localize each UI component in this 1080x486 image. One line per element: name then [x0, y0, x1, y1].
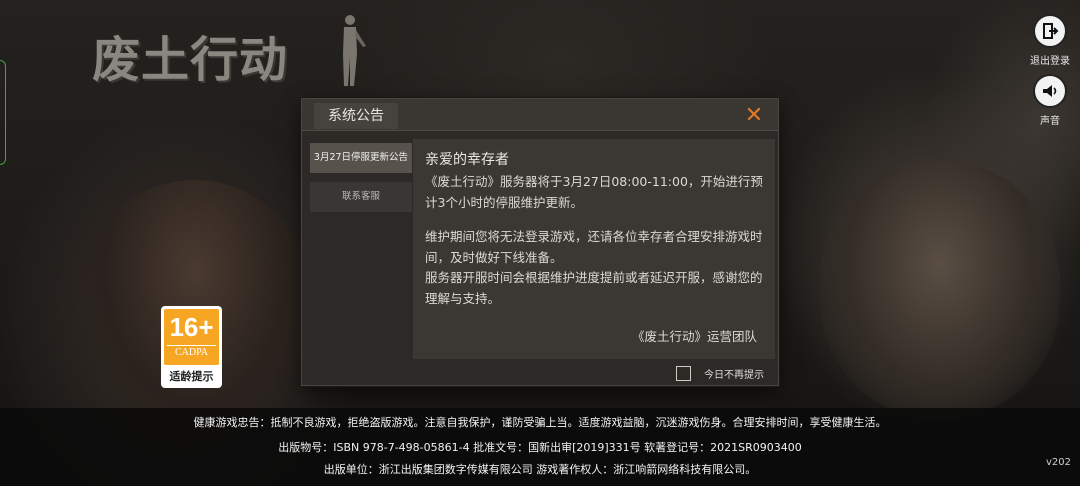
age-rating-badge: 16+ CADPA 适龄提示 — [161, 306, 222, 388]
announcement-dialog: 系统公告 ✕ 3月27日停服更新公告 联系客服 亲爱的幸存者 《废土行动》服务器… — [301, 98, 779, 386]
dialog-header: 系统公告 ✕ — [302, 99, 778, 131]
announcement-greeting: 亲爱的幸存者 — [425, 152, 509, 168]
sound-button[interactable]: 声音 — [1020, 74, 1080, 127]
dialog-title: 系统公告 — [314, 103, 398, 129]
announcement-content: 亲爱的幸存者 《废土行动》服务器将于3月27日08:00-11:00，开始进行预… — [413, 139, 775, 359]
publisher-info-text: 出版单位：浙江出版集团数字传媒有限公司 游戏著作权人：浙江响箭网络科技有限公司。 — [323, 463, 757, 476]
logout-button[interactable]: 退出登录 — [1020, 14, 1080, 67]
game-logo: 废土行动 — [92, 32, 289, 88]
tab-maintenance-notice[interactable]: 3月27日停服更新公告 — [310, 143, 412, 173]
announcement-paragraph-2: 维护期间您将无法登录游戏，还请各位幸存者合理安排游戏时间，及时做好下线准备。 — [425, 229, 763, 265]
age-rating-tip: 适龄提示 — [169, 370, 214, 383]
logout-label: 退出登录 — [1030, 56, 1070, 67]
announcement-paragraph-1: 《废土行动》服务器将于3月27日08:00-11:00，开始进行预计3个小时的停… — [425, 174, 763, 210]
footer-notice: 健康游戏忠告：抵制不良游戏，拒绝盗版游戏。注意自我保护，谨防受骗上当。适度游戏益… — [0, 408, 1080, 486]
sound-label: 声音 — [1040, 116, 1060, 127]
dont-show-today-toggle[interactable]: 今日不再提示 — [676, 366, 764, 381]
speaker-icon — [1033, 74, 1067, 108]
version-label: v202 — [1046, 457, 1072, 468]
age-rating-number: 16+ — [169, 312, 214, 342]
zombie-figure-right — [820, 160, 1060, 420]
tab-contact-support[interactable]: 联系客服 — [310, 182, 412, 212]
announcement-paragraph-3: 服务器开服时间会根据维护进度提前或者延迟开服，感谢您的理解与支持。 — [425, 270, 763, 306]
announcement-tabs: 3月27日停服更新公告 联系客服 — [310, 143, 412, 221]
age-rating-box: 16+ CADPA — [164, 309, 219, 365]
logout-icon — [1033, 14, 1067, 48]
side-drawer-handle[interactable] — [0, 60, 6, 165]
survivor-silhouette-icon — [343, 15, 366, 86]
publication-info-text: 出版物号：ISBN 978-7-498-05861-4 批准文号：国新出审[20… — [278, 441, 802, 454]
dont-show-label: 今日不再提示 — [704, 370, 764, 381]
health-advice-text: 健康游戏忠告：抵制不良游戏，拒绝盗版游戏。注意自我保护，谨防受骗上当。适度游戏益… — [193, 416, 887, 429]
announcement-signature: 《废土行动》运营团队 — [631, 329, 757, 344]
close-icon[interactable]: ✕ — [742, 105, 766, 127]
dont-show-checkbox[interactable] — [676, 366, 691, 381]
age-rating-org: CADPA — [167, 345, 216, 360]
